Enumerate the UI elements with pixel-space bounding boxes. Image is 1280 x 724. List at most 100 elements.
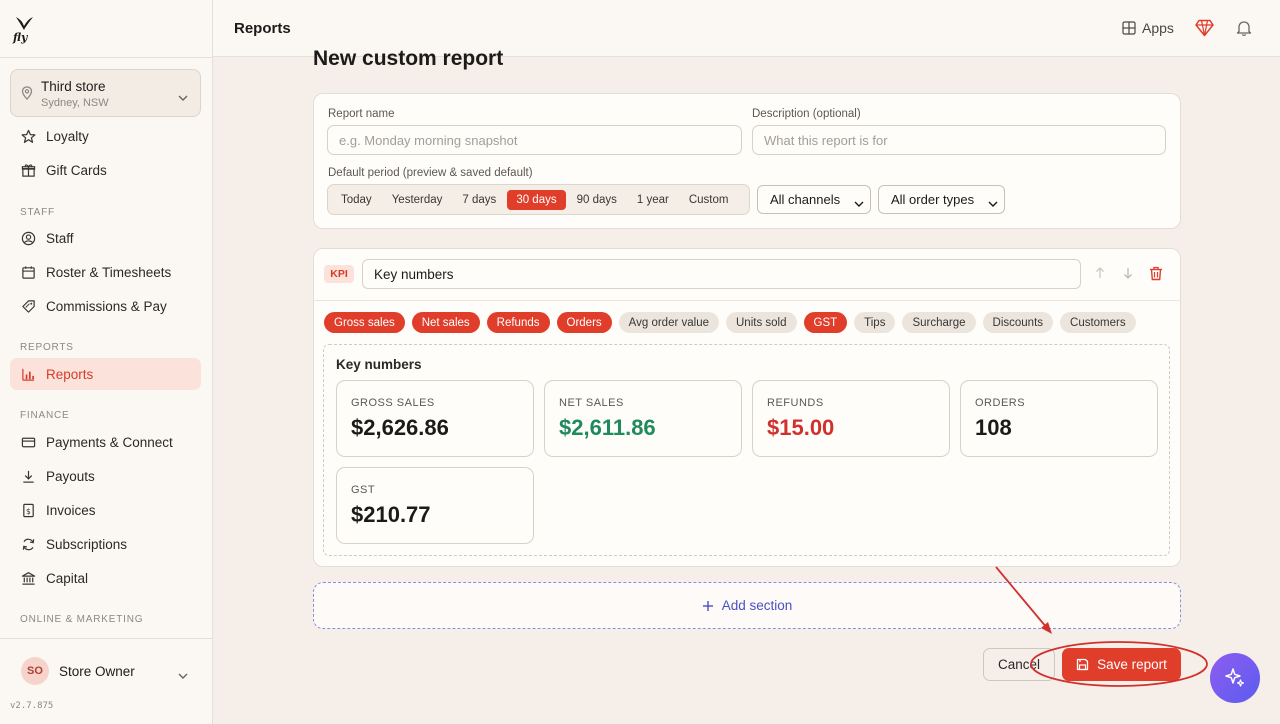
metric-chip-avg-order-value[interactable]: Avg order value [618, 312, 719, 333]
metric-chip-gst[interactable]: GST [803, 312, 848, 333]
credit-card-icon [20, 434, 36, 450]
sidebar-item-payments[interactable]: Payments & Connect [10, 426, 201, 458]
sidebar-item-label: Loyalty [46, 128, 89, 144]
period-90-days[interactable]: 90 days [568, 190, 626, 210]
period-1-year[interactable]: 1 year [628, 190, 678, 210]
metric-chip-discounts[interactable]: Discounts [982, 312, 1054, 333]
save-icon [1076, 658, 1089, 671]
sidebar: fly Third store Sydney, NSW Loyalty Gift… [0, 0, 213, 724]
ai-assistant-button[interactable] [1210, 653, 1260, 703]
metric-chip-orders[interactable]: Orders [556, 312, 612, 333]
metric-chip-tips[interactable]: Tips [854, 312, 896, 333]
sidebar-item-subscriptions[interactable]: Subscriptions [10, 528, 201, 560]
period-yesterday[interactable]: Yesterday [383, 190, 452, 210]
kpi-label: ORDERS [975, 397, 1026, 409]
svg-text:$: $ [25, 506, 30, 515]
kpi-card-gst: GST $210.77 [336, 467, 534, 544]
sidebar-item-roster[interactable]: Roster & Timesheets [10, 256, 201, 288]
description-input[interactable]: What this report is for [752, 125, 1166, 155]
metric-chip-surcharge[interactable]: Surcharge [902, 312, 976, 333]
chevron-down-icon [854, 195, 864, 210]
page-title: New custom report [313, 47, 504, 70]
arrow-up-icon[interactable] [1093, 266, 1107, 285]
store-switcher[interactable]: Third store Sydney, NSW [10, 69, 201, 117]
sidebar-item-loyalty[interactable]: Loyalty [10, 120, 201, 152]
preview-title: Key numbers [336, 357, 422, 372]
kpi-label: GROSS SALES [351, 397, 435, 409]
chevron-down-icon [988, 195, 998, 210]
kpi-label: REFUNDS [767, 397, 824, 409]
section-type-badge: KPI [324, 265, 354, 283]
sidebar-item-label: Staff [46, 230, 74, 246]
section-name-input[interactable]: Key numbers [362, 259, 1081, 289]
star-icon [20, 128, 36, 144]
cancel-button[interactable]: Cancel [983, 648, 1055, 681]
gift-icon [20, 162, 36, 178]
kpi-value: $2,626.86 [351, 415, 449, 440]
section-label-staff: STAFF [20, 207, 55, 218]
channel-select[interactable]: All channels [757, 185, 871, 214]
calendar-icon [20, 264, 36, 280]
save-report-button[interactable]: Save report [1062, 648, 1181, 681]
refresh-icon [20, 536, 36, 552]
sidebar-item-label: Reports [46, 366, 94, 382]
report-name-label: Report name [328, 108, 395, 120]
report-name-input[interactable]: e.g. Monday morning snapshot [327, 125, 742, 155]
sidebar-item-label: Gift Cards [46, 162, 107, 178]
period-segmented-control: Today Yesterday 7 days 30 days 90 days 1… [327, 184, 750, 215]
sidebar-item-reports[interactable]: Reports [10, 358, 201, 390]
add-section-button[interactable]: Add section [313, 582, 1181, 629]
period-today[interactable]: Today [332, 190, 381, 210]
user-name[interactable]: Store Owner [59, 664, 135, 679]
store-name: Third store [41, 79, 106, 94]
metric-chip-refunds[interactable]: Refunds [486, 312, 550, 333]
channel-select-value: All channels [770, 192, 841, 207]
period-7-days[interactable]: 7 days [453, 190, 505, 210]
sidebar-item-invoices[interactable]: $ Invoices [10, 494, 201, 526]
sidebar-item-staff[interactable]: Staff [10, 222, 201, 254]
metric-chip-customers[interactable]: Customers [1060, 312, 1136, 333]
trash-icon[interactable] [1149, 266, 1163, 286]
sidebar-item-label: Payments & Connect [46, 434, 173, 450]
apps-label: Apps [1142, 20, 1174, 36]
sidebar-item-capital[interactable]: Capital [10, 562, 201, 594]
fly-logo-icon[interactable]: fly [12, 14, 36, 44]
chevron-down-icon [178, 88, 188, 106]
sidebar-item-label: Subscriptions [46, 536, 128, 552]
location-pin-icon [21, 86, 33, 105]
gem-icon[interactable] [1195, 19, 1214, 42]
kpi-label: NET SALES [559, 397, 624, 409]
period-30-days[interactable]: 30 days [507, 189, 566, 210]
sparkle-icon [1224, 667, 1246, 689]
section-label-online-marketing: ONLINE & MARKETING [20, 614, 144, 625]
sidebar-item-label: Capital [46, 570, 89, 586]
kpi-card-gross-sales: GROSS SALES $2,626.86 [336, 380, 534, 457]
sidebar-item-payouts[interactable]: Payouts [10, 460, 201, 492]
arrow-down-icon[interactable] [1121, 266, 1135, 285]
sidebar-item-gift-cards[interactable]: Gift Cards [10, 154, 201, 186]
divider [313, 300, 1181, 301]
apps-button[interactable]: Apps [1122, 20, 1174, 36]
order-type-select[interactable]: All order types [878, 185, 1005, 214]
sidebar-item-label: Roster & Timesheets [46, 264, 172, 280]
sidebar-item-commissions[interactable]: Commissions & Pay [10, 290, 201, 322]
divider [0, 57, 212, 58]
sidebar-item-label: Payouts [46, 468, 95, 484]
save-report-label: Save report [1097, 657, 1167, 672]
invoice-icon: $ [20, 502, 36, 518]
download-icon [20, 468, 36, 484]
kpi-label: GST [351, 484, 376, 496]
kpi-value: 108 [975, 415, 1012, 440]
period-custom[interactable]: Custom [680, 190, 738, 210]
metric-chip-net-sales[interactable]: Net sales [411, 312, 480, 333]
metric-chip-units-sold[interactable]: Units sold [726, 312, 797, 333]
kpi-value: $15.00 [767, 415, 835, 440]
section-label-finance: FINANCE [20, 410, 70, 421]
period-label: Default period (preview & saved default) [328, 167, 533, 179]
add-section-label: Add section [721, 598, 793, 613]
chevron-down-icon[interactable] [178, 666, 188, 684]
store-location: Sydney, NSW [41, 97, 109, 109]
avatar[interactable]: SO [21, 657, 49, 685]
metric-chip-gross-sales[interactable]: Gross sales [324, 312, 405, 333]
bell-icon[interactable] [1235, 19, 1253, 42]
